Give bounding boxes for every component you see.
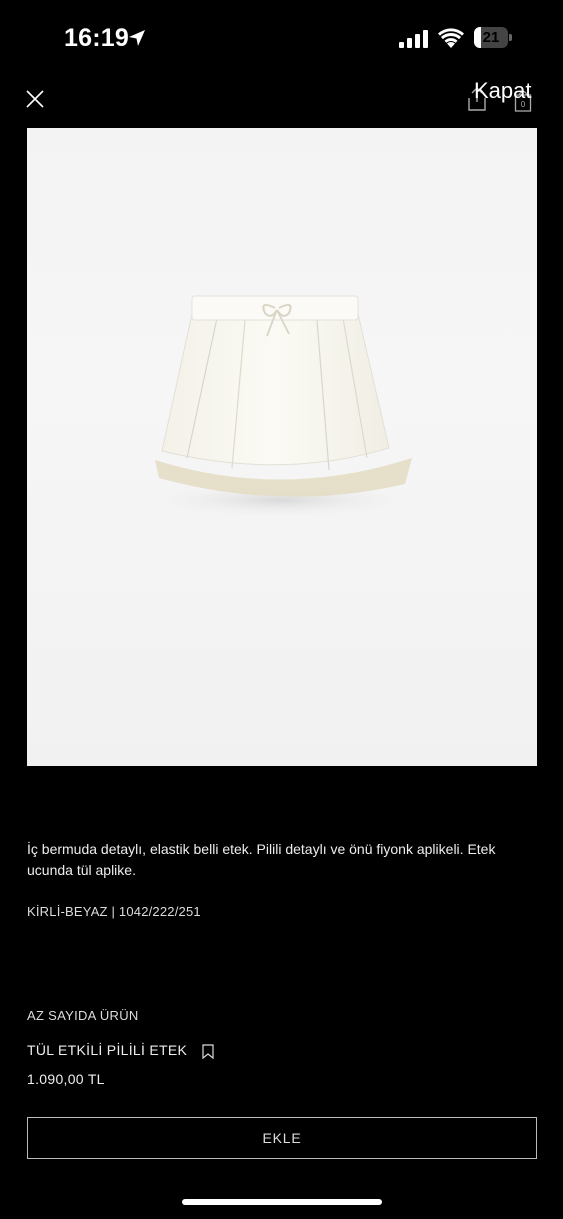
skirt-illustration	[140, 295, 420, 518]
close-text-button[interactable]: Kapat	[474, 78, 532, 104]
location-arrow-icon	[129, 30, 145, 46]
add-to-cart-button[interactable]: EKLE	[27, 1117, 537, 1159]
product-image	[27, 128, 537, 766]
battery-body: 21	[474, 27, 508, 48]
product-description: İç bermuda detaylı, elastik belli etek. …	[27, 841, 496, 878]
status-time: 16:19	[64, 24, 129, 52]
stock-notice: AZ SAYIDA ÜRÜN	[27, 1008, 139, 1023]
product-price: 1.090,00 TL	[27, 1071, 105, 1087]
cellular-signal-icon	[399, 30, 428, 48]
close-icon[interactable]	[24, 88, 46, 110]
product-name-row: TÜL ETKİLİ PİLİLİ ETEK	[27, 1039, 214, 1061]
product-name: TÜL ETKİLİ PİLİLİ ETEK	[27, 1042, 188, 1058]
home-indicator[interactable]	[182, 1199, 382, 1205]
status-bar: 16:19 21	[0, 0, 563, 78]
product-color-code: KİRLİ-BEYAZ | 1042/222/251	[27, 904, 201, 919]
bookmark-icon[interactable]	[202, 1044, 214, 1059]
battery-percent: 21	[482, 29, 500, 46]
wifi-icon	[438, 28, 464, 48]
battery-cap	[509, 34, 512, 41]
battery-icon: 21	[474, 27, 514, 48]
